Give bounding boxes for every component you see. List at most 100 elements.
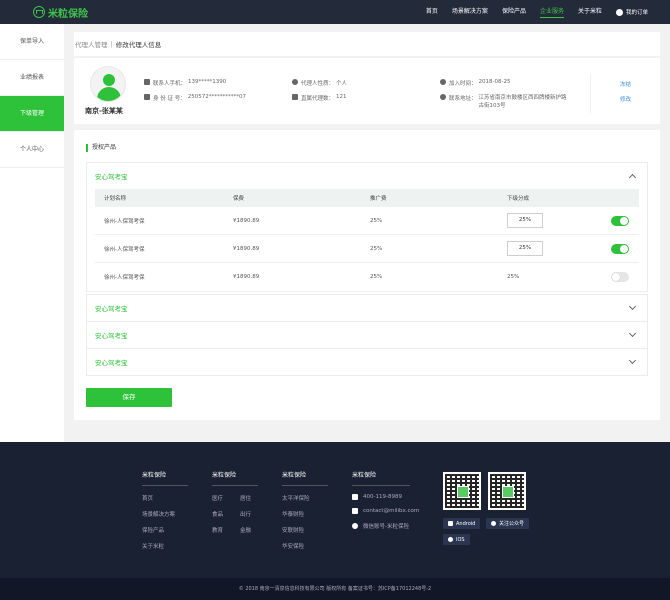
header-plan: 计划名称 [104,196,127,202]
join-value: 2018-08-25 [478,79,511,85]
product-group-header[interactable]: 安心驾考宝 [87,163,647,189]
footer-link[interactable]: 华泰财险 [282,510,328,518]
android-badge[interactable]: Android [443,518,481,529]
chevron-down-icon[interactable] [628,356,637,365]
agent-profile-card: 南京-张某某 联系人手机： 139*****1390 身 份 证 号： 2505… [74,58,660,124]
product-group-header[interactable]: 安心驾考宝 [87,322,647,348]
wechat-icon [352,523,358,529]
footer-link[interactable]: 太平洋保险 [282,494,328,502]
nav-solutions[interactable]: 场景解决方案 [452,0,488,24]
table-header: 计划名称 保费 推广费 下级分成 [95,189,639,207]
my-orders-link[interactable]: 我的订单 [615,8,648,16]
id-label: 身 份 证 号： [153,96,186,102]
join-info: 加入时间： 2018-08-25 [440,79,510,87]
avatar-head [103,74,115,86]
phone-icon [352,494,358,500]
table-row: 徐州-人保驾考保 ¥1890.89 25% 25% [95,263,639,291]
save-button[interactable]: 保存 [86,388,172,407]
id-info: 身 份 证 号： 250572***********07 [144,94,246,102]
main-nav: 首页 场景解决方案 保险产品 企业服务 关于米粒 我的订单 [426,0,670,24]
authorized-products-panel: 授权产品 安心驾考宝 计划名称 保费 推广费 下级分成 徐州-人保驾考保 ¥18… [74,130,660,420]
footer-link[interactable]: 食品 [212,510,240,518]
footer-link[interactable]: 保险产品 [142,526,188,534]
footer-link[interactable]: 安联财险 [282,526,328,534]
type-info: 代理人性质： 个人 [292,79,347,87]
sidebar-item-performance[interactable]: 业绩报表 [0,60,64,96]
footer-link[interactable]: 华安保险 [282,542,328,550]
ios-label: IOS [456,536,465,543]
nav-products[interactable]: 保险产品 [502,0,526,24]
section-title: 授权产品 [86,144,116,152]
sidebar-item-subordinates[interactable]: 下级管理 [0,96,64,132]
plan-name: 徐州-人保驾考保 [104,246,145,253]
breadcrumb-separator: | [110,40,113,48]
follow-badge[interactable]: 关注公众号 [486,518,530,529]
product-group-collapsed: 安心驾考宝 [86,348,648,376]
footer-link[interactable]: 出行 [240,510,268,518]
my-orders-label: 我的订单 [625,10,648,16]
footer-wechat[interactable]: 微信账号-米粒保险 [352,522,419,530]
logo[interactable]: 米粒保险 [33,5,88,20]
footer-link[interactable]: 医疗 [212,494,240,502]
footer-link[interactable]: 关于米粒 [142,542,188,550]
footer-wechat-value: 微信账号-米粒保险 [363,524,409,530]
nav-home[interactable]: 首页 [426,0,438,24]
sidebar-item-policy-import[interactable]: 保单导入 [0,24,64,60]
footer-heading: 米粒保险 [142,470,188,486]
footer-phone[interactable]: 400-119-8989 [352,494,419,500]
nav-enterprise[interactable]: 企业服务 [539,0,564,24]
footer-email[interactable]: contact@milibx.com [352,508,419,514]
footer-link[interactable]: 居住 [240,494,268,502]
footer-link[interactable]: 场景解决方案 [142,510,188,518]
footer-heading: 米粒保险 [282,470,328,486]
table-row: 徐州-人保驾考保 ¥1890.89 25% 25% [95,235,639,263]
chevron-down-icon[interactable] [628,302,637,311]
enable-toggle[interactable] [611,243,629,254]
footer-col-main: 米粒保险 首页 场景解决方案 保险产品 关于米粒 [142,470,188,558]
premium: ¥1890.89 [233,217,260,224]
android-icon [448,521,453,526]
share-input[interactable]: 25% [507,241,543,256]
person-icon [491,521,496,526]
logo-icon [33,6,45,18]
breadcrumb-parent[interactable]: 代理人管理 [75,39,108,49]
footer-link[interactable]: 首页 [142,494,188,502]
avatar-body [97,87,121,101]
footer-col-partners: 米粒保险 太平洋保险 华泰财险 安联财险 华安保险 [282,470,328,558]
footer-heading: 米粒保险 [212,470,258,486]
copyright: © 2018 南京一清泉信息科技有限公司 版权所有 备案证书号：苏ICP备170… [0,578,670,600]
product-group-header[interactable]: 安心驾考宝 [87,295,647,321]
footer-col-scenes: 米粒保险 医疗 居住 食品 出行 教育 金融 [212,470,268,534]
profile-actions: 冻结 修改 [590,73,660,113]
edit-link[interactable]: 修改 [591,95,660,103]
share-input[interactable]: 25% [507,213,543,228]
promo-fee: 25% [370,245,383,252]
footer-heading: 米粒保险 [352,470,410,486]
product-group-header[interactable]: 安心驾考宝 [87,349,647,375]
header-premium: 保费 [233,196,245,202]
enable-toggle[interactable] [611,272,629,282]
product-group-name: 安心驾考宝 [95,173,128,181]
nav-about[interactable]: 关于米粒 [578,0,602,24]
top-navbar: 米粒保险 首页 场景解决方案 保险产品 企业服务 关于米粒 我的订单 [0,0,670,24]
freeze-link[interactable]: 冻结 [591,80,660,88]
logo-text: 米粒保险 [48,8,88,20]
type-label: 代理人性质： [301,81,335,87]
header-share: 下级分成 [507,196,530,202]
enable-toggle[interactable] [611,215,629,226]
ios-badge[interactable]: IOS [443,534,470,545]
footer-col-contact: 米粒保险 400-119-8989 contact@milibx.com 微信账… [352,470,419,538]
chevron-down-icon[interactable] [628,329,637,338]
join-label: 加入时间： [449,81,477,87]
person-icon [292,79,298,85]
address-value: 江苏省南京市鼓楼区西四牌楼新护路古街103号 [478,95,567,109]
footer-link[interactable]: 金融 [240,526,268,534]
id-card-icon [144,94,150,100]
follow-label: 关注公众号 [499,521,525,527]
id-value: 250572***********07 [187,94,246,100]
footer-link[interactable]: 教育 [212,526,240,534]
sidebar-item-profile[interactable]: 个人中心 [0,132,64,168]
chevron-up-icon[interactable] [628,173,637,182]
breadcrumb: 代理人管理 | 修改代理人信息 [74,32,660,56]
premium: ¥1890.89 [233,274,260,280]
